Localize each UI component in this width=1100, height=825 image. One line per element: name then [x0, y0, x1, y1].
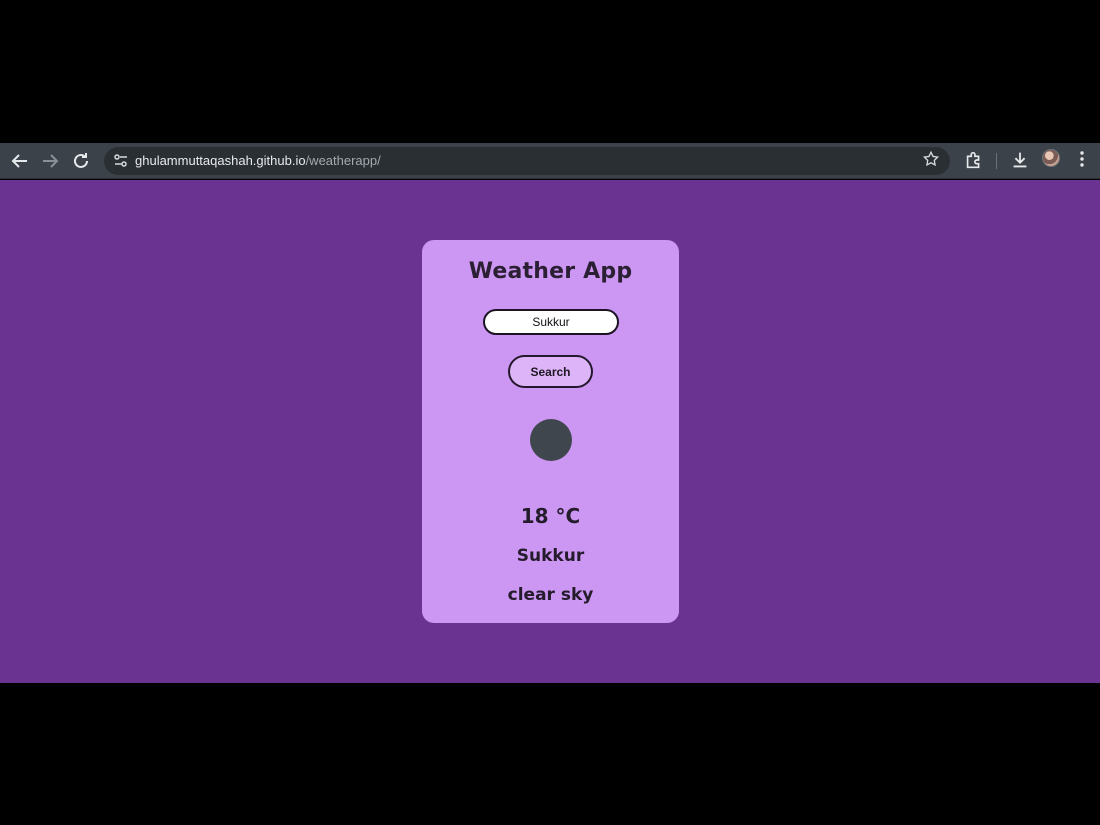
arrow-left-icon	[11, 154, 27, 168]
profile-avatar[interactable]	[1042, 149, 1060, 167]
url-path: /weatherapp/	[305, 153, 381, 168]
arrow-right-icon	[43, 154, 59, 168]
back-button[interactable]	[8, 149, 32, 173]
search-button[interactable]: Search	[508, 355, 593, 388]
temperature-readout: 18 °C	[520, 504, 581, 528]
city-search-input[interactable]	[483, 309, 619, 335]
reload-button[interactable]	[69, 149, 93, 173]
bookmark-star-button[interactable]	[922, 150, 940, 173]
browser-toolbar: ghulammuttaqashah.github.io/weatherapp/	[0, 143, 1100, 179]
letterbox-bottom	[0, 683, 1100, 825]
city-name: Sukkur	[516, 546, 585, 566]
reload-icon	[74, 153, 88, 168]
weather-description: clear sky	[507, 585, 594, 605]
app-title: Weather App	[468, 259, 633, 284]
address-bar[interactable]: ghulammuttaqashah.github.io/weatherapp/	[104, 147, 950, 175]
letterbox-top	[0, 0, 1100, 143]
star-icon	[922, 150, 940, 167]
url-text: ghulammuttaqashah.github.io/weatherapp/	[135, 153, 381, 168]
weather-icon	[530, 419, 572, 461]
extensions-button[interactable]	[962, 149, 986, 173]
url-host: ghulammuttaqashah.github.io	[135, 153, 306, 168]
download-icon	[1013, 152, 1027, 168]
tune-icon[interactable]	[112, 152, 130, 170]
toolbar-separator	[996, 153, 997, 169]
page-viewport: Weather App Search 18 °C Sukkur clear sk…	[0, 180, 1100, 683]
weather-card: Weather App Search 18 °C Sukkur clear sk…	[422, 240, 679, 623]
downloads-button[interactable]	[1008, 149, 1032, 173]
forward-button[interactable]	[38, 149, 62, 173]
puzzle-icon	[966, 151, 980, 169]
browser-menu-button[interactable]	[1072, 149, 1092, 169]
kebab-icon	[1080, 151, 1084, 167]
